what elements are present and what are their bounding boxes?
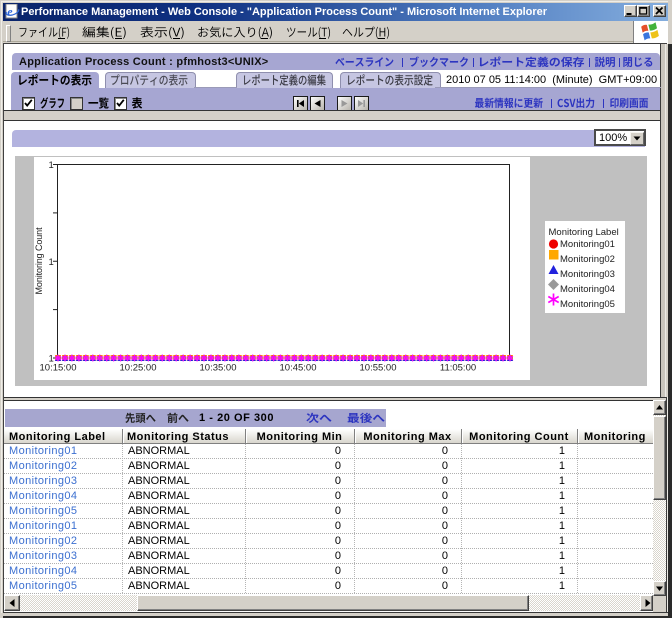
svg-text:e: e <box>7 5 13 19</box>
svg-text:Monitoring03: Monitoring03 <box>560 269 615 280</box>
svg-text:1: 1 <box>49 257 54 268</box>
svg-text:10:15:00: 10:15:00 <box>40 363 77 374</box>
svg-text:10:35:00: 10:35:00 <box>200 363 237 374</box>
svg-text:10:25:00: 10:25:00 <box>120 363 157 374</box>
svg-text:Monitoring Label: Monitoring Label <box>549 227 619 238</box>
svg-text:Monitoring01: Monitoring01 <box>560 239 615 250</box>
svg-text:1: 1 <box>49 160 54 171</box>
svg-text:10:45:00: 10:45:00 <box>280 363 317 374</box>
svg-text:Monitoring Count: Monitoring Count <box>34 227 44 295</box>
svg-text:10:55:00: 10:55:00 <box>360 363 397 374</box>
svg-text:Monitoring05: Monitoring05 <box>560 299 615 310</box>
svg-text:Monitoring02: Monitoring02 <box>560 254 615 265</box>
svg-text:11:05:00: 11:05:00 <box>440 363 476 374</box>
svg-text:Monitoring04: Monitoring04 <box>560 284 615 295</box>
